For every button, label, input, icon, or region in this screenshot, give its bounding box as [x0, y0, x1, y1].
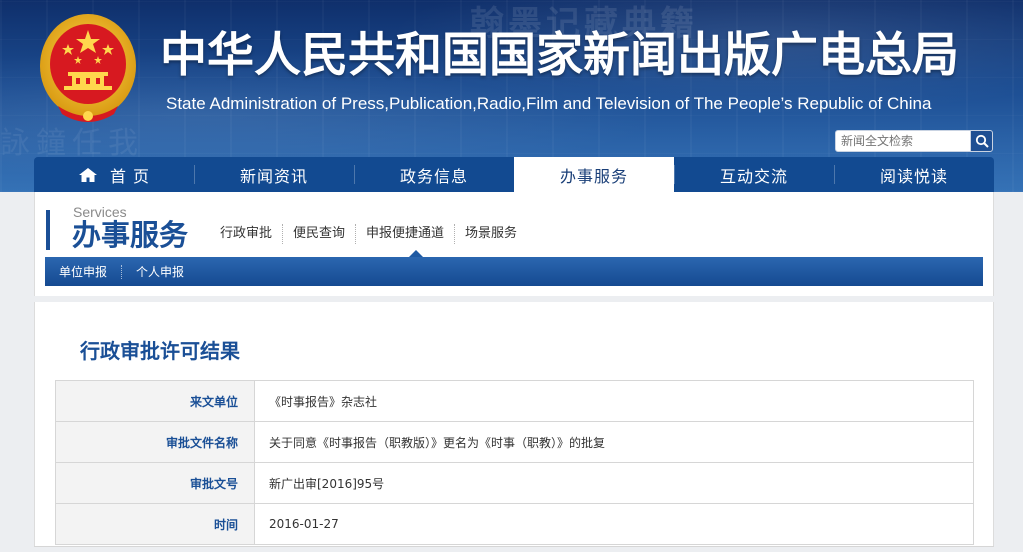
row-value: 《时事报告》杂志社 [254, 380, 974, 422]
section-accent-bar [46, 210, 50, 250]
tab-public-inquiry[interactable]: 便民查询 [283, 224, 357, 244]
subnav-item-organization[interactable]: 单位申报 [45, 265, 121, 279]
content-bottom-edge [34, 546, 994, 552]
site-search [835, 130, 993, 152]
page-title: 行政审批许可结果 [80, 339, 240, 363]
table-row: 审批文件名称 关于同意《时事报告（职教版）》更名为《时事（职教）》的批复 [55, 421, 974, 463]
table-row: 审批文号 新广出审[2016]95号 [55, 462, 974, 504]
row-label: 时间 [55, 503, 255, 545]
site-title-english: State Administration of Press,Publicatio… [166, 94, 932, 113]
sub-nav-bar: 单位申报 个人申报 [45, 257, 983, 286]
active-tab-caret-icon [409, 250, 423, 257]
search-button[interactable] [970, 130, 993, 152]
search-icon [975, 134, 989, 148]
subnav-item-individual[interactable]: 个人申报 [121, 264, 198, 279]
home-icon [78, 167, 97, 182]
row-value: 关于同意《时事报告（职教版）》更名为《时事（职教）》的批复 [254, 421, 974, 463]
row-label: 来文单位 [55, 380, 255, 422]
row-value: 2016-01-27 [254, 503, 974, 545]
site-title-chinese: 中华人民共和国国家新闻出版广电总局 [160, 28, 959, 83]
nav-item-label: 办事服务 [559, 166, 628, 186]
row-value: 新广出审[2016]95号 [254, 462, 974, 504]
section-title: 办事服务 [72, 218, 189, 252]
tab-quick-application[interactable]: 申报便捷通道 [356, 224, 456, 244]
nav-item-label: 阅读悦读 [879, 166, 948, 186]
table-row: 时间 2016-01-27 [55, 503, 974, 545]
nav-item-home[interactable]: 首 页 [34, 157, 194, 192]
section-tabs: 行政审批 便民查询 申报便捷通道 场景服务 [210, 224, 527, 244]
national-emblem-icon [40, 14, 136, 122]
nav-item-services[interactable]: 办事服务 [514, 157, 674, 192]
tab-scenario-services[interactable]: 场景服务 [455, 224, 527, 244]
approval-result-table: 来文单位 《时事报告》杂志社 审批文件名称 关于同意《时事报告（职教版）》更名为… [55, 380, 974, 545]
nav-item-label: 首 页 [109, 166, 151, 186]
search-input[interactable] [835, 130, 971, 152]
nav-item-interaction[interactable]: 互动交流 [674, 157, 834, 192]
section-divider [34, 296, 994, 302]
nav-item-label: 互动交流 [719, 166, 788, 186]
row-label: 审批文件名称 [55, 421, 255, 463]
nav-item-reading[interactable]: 阅读悦读 [834, 157, 994, 192]
table-row: 来文单位 《时事报告》杂志社 [55, 380, 974, 422]
tab-administrative-approval[interactable]: 行政审批 [210, 224, 284, 244]
nav-item-label: 新闻资讯 [239, 166, 308, 186]
nav-item-news[interactable]: 新闻资讯 [194, 157, 354, 192]
row-label: 审批文号 [55, 462, 255, 504]
main-nav: 首 页 新闻资讯 政务信息 办事服务 互动交流 阅读悦读 [34, 157, 994, 192]
nav-item-government-info[interactable]: 政务信息 [354, 157, 514, 192]
nav-item-label: 政务信息 [399, 166, 468, 186]
